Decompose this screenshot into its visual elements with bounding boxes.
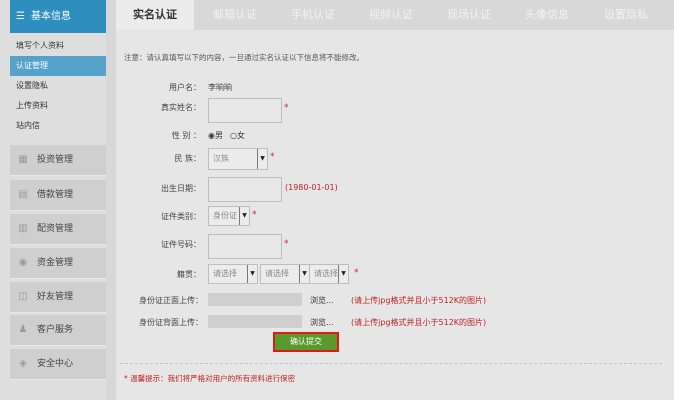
required-mark: * — [284, 103, 289, 113]
sidebar-item-investment[interactable]: ▦ 投资管理 — [10, 145, 106, 176]
tab-phone[interactable]: 手机认证 — [274, 0, 352, 30]
sidebar-group-label: 客户服务 — [37, 325, 74, 335]
gender-male-label: 男 — [214, 131, 223, 140]
ethnicity-label: 民 族： — [174, 154, 201, 163]
front-browse-button[interactable]: 浏览... — [310, 295, 334, 306]
sidebar-item-profile[interactable]: 填写个人资料 — [10, 36, 106, 56]
tab-real-name[interactable]: 实名认证 — [116, 0, 194, 30]
tab-onsite[interactable]: 现场认证 — [430, 0, 508, 30]
sidebar-item-security[interactable]: ◈ 安全中心 — [10, 349, 106, 380]
username-label: 用户名： — [169, 83, 201, 92]
sidebar-item-margin[interactable]: ▥ 配资管理 — [10, 214, 106, 245]
calculator-icon: ▤ — [18, 189, 28, 200]
coins-icon: ◉ — [18, 257, 28, 268]
upload-hint: (请上传jpg格式并且小于512K的图片) — [351, 296, 487, 305]
native-city-value: 请选择 — [265, 269, 289, 278]
radio-checked-icon: ◉ — [208, 131, 215, 140]
birth-date-input[interactable] — [208, 177, 282, 202]
required-mark: * — [252, 210, 257, 220]
sidebar-group-label: 配资管理 — [37, 224, 74, 234]
shield-icon: ◈ — [19, 358, 27, 369]
sidebar-header-label: 基本信息 — [30, 11, 71, 22]
list-icon: ☰ — [16, 11, 25, 22]
tab-video[interactable]: 视频认证 — [352, 0, 430, 30]
realname-label: 真实姓名： — [161, 103, 201, 112]
sidebar-item-messages[interactable]: 站内信 — [10, 116, 106, 136]
users-icon: ♟ — [18, 324, 28, 335]
warm-tip: * 温馨提示：我们将严格对用户的所有资料进行保密 — [124, 374, 296, 383]
tab-avatar[interactable]: 头像信息 — [508, 0, 586, 30]
birth-label: 出生日期： — [161, 184, 201, 193]
idtype-value: 身份证 — [213, 211, 237, 220]
realname-input[interactable] — [208, 98, 282, 123]
sidebar-header-basic-info[interactable]: ☰ 基本信息 — [10, 0, 106, 33]
required-mark: * — [270, 152, 275, 162]
ethnicity-value: 汉族 — [213, 154, 229, 163]
sidebar-group-label: 投资管理 — [37, 155, 74, 165]
submit-button[interactable]: 确认提交 — [273, 332, 339, 352]
idtype-label: 证件类别： — [161, 212, 201, 221]
sidebar-item-verification[interactable]: 认证管理 — [10, 56, 106, 76]
required-mark: * — [284, 239, 289, 249]
gender-female-radio[interactable]: ○女 — [230, 130, 245, 141]
tab-bar: 实名认证 邮箱认证 手机认证 视频认证 现场认证 头像信息 设置隐私 — [116, 0, 674, 30]
id-number-input[interactable] — [208, 234, 282, 259]
sidebar-group-label: 借款管理 — [37, 190, 74, 200]
front-upload-path[interactable] — [208, 293, 302, 306]
chevron-down-icon: ▼ — [257, 149, 267, 169]
idtype-select[interactable]: 身份证 ▼ — [208, 206, 250, 226]
gender-label: 性 别 ： — [171, 131, 201, 140]
sidebar-item-friends[interactable]: ◫ 好友管理 — [10, 282, 106, 313]
tab-email[interactable]: 邮箱认证 — [196, 0, 274, 30]
friends-icon: ◫ — [18, 291, 28, 302]
native-district-value: 请选择 — [314, 269, 338, 278]
gender-male-radio[interactable]: ◉男 — [208, 130, 223, 141]
form-notice: 注意：请认真填写以下的内容，一旦通过实名认证以下信息将不能修改。 — [124, 53, 364, 62]
native-city-select[interactable]: 请选择 ▼ — [260, 264, 310, 284]
sidebar-item-funds[interactable]: ◉ 资金管理 — [10, 248, 106, 279]
birth-format-hint: (1980-01-01) — [285, 183, 338, 192]
native-province-select[interactable]: 请选择 ▼ — [208, 264, 258, 284]
idnum-label: 证件号码： — [161, 240, 201, 249]
divider — [120, 363, 662, 364]
chevron-down-icon: ▼ — [247, 265, 257, 283]
chevron-down-icon: ▼ — [299, 265, 309, 283]
front-upload-label: 身份证正面上传： — [139, 296, 203, 305]
native-district-select[interactable]: 请选择 ▼ — [309, 264, 349, 284]
sidebar: ☰ 基本信息 填写个人资料 认证管理 设置隐私 上传资料 站内信 ▦ 投资管理 ▤ 借… — [0, 0, 106, 400]
chevron-down-icon: ▼ — [338, 265, 348, 283]
native-province-value: 请选择 — [213, 269, 237, 278]
back-upload-label: 身份证背面上传： — [139, 318, 203, 327]
ethnicity-select[interactable]: 汉族 ▼ — [208, 148, 268, 170]
verification-form-panel: 注意：请认真填写以下的内容，一旦通过实名认证以下信息将不能修改。 用户名： 李晌… — [116, 30, 674, 400]
sidebar-submenu: 填写个人资料 认证管理 设置隐私 上传资料 站内信 — [10, 36, 106, 136]
back-upload-path[interactable] — [208, 315, 302, 328]
sidebar-item-support[interactable]: ♟ 客户服务 — [10, 315, 106, 346]
username-value: 李晌晌 — [208, 83, 232, 92]
sidebar-item-upload[interactable]: 上传资料 — [10, 96, 106, 116]
sidebar-item-loans[interactable]: ▤ 借款管理 — [10, 180, 106, 211]
sidebar-group-label: 安全中心 — [37, 359, 74, 369]
document-icon: ▥ — [18, 223, 28, 234]
required-mark: * — [354, 268, 359, 278]
back-browse-button[interactable]: 浏览... — [310, 317, 334, 328]
sidebar-group-label: 资金管理 — [37, 258, 74, 268]
sidebar-item-privacy[interactable]: 设置隐私 — [10, 76, 106, 96]
tab-privacy[interactable]: 设置隐私 — [586, 0, 666, 30]
radio-unchecked-icon: ○ — [230, 131, 237, 140]
gender-female-label: 女 — [236, 131, 245, 140]
upload-hint: (请上传jpg格式并且小于512K的图片) — [351, 318, 487, 327]
chevron-down-icon: ▼ — [239, 207, 249, 225]
grid-icon: ▦ — [18, 154, 28, 165]
sidebar-group-label: 好友管理 — [37, 292, 74, 302]
native-label: 籍贯： — [177, 270, 201, 279]
